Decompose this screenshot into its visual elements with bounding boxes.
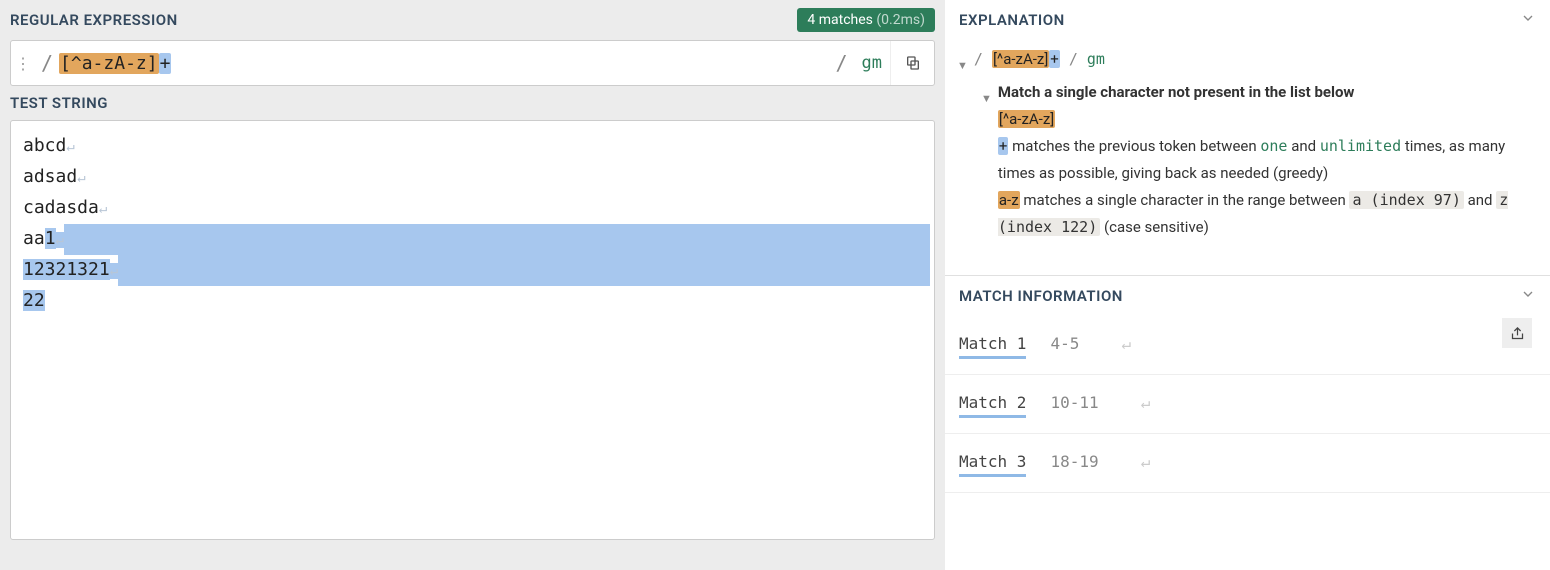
export-icon bbox=[1510, 326, 1525, 341]
match-label: Match 3 bbox=[959, 452, 1026, 474]
copy-button[interactable] bbox=[890, 41, 934, 85]
explain-quant-badge: + bbox=[998, 137, 1009, 155]
explanation-body: ▼ / [^a-zA-z]+ / gm ▼ Match a single cha… bbox=[945, 40, 1550, 275]
tree-toggle-icon[interactable]: ▼ bbox=[957, 46, 968, 79]
explain-range-badge: a-z bbox=[998, 191, 1020, 209]
match-row[interactable]: Match 2 10-11 ↵ bbox=[945, 375, 1550, 434]
explain-unlimited: unlimited bbox=[1320, 137, 1401, 155]
explain-title-line: Match a single character not present in … bbox=[998, 83, 1355, 101]
test-string-title: TEST STRING bbox=[10, 94, 108, 112]
match-info-body: Match 1 4-5 ↵ Match 2 10-11 ↵ Match 3 18-19 ↵ bbox=[945, 316, 1550, 541]
regex-header: REGULAR EXPRESSION 4 matches (0.2ms) bbox=[10, 0, 935, 40]
match-info-title: MATCH INFORMATION bbox=[959, 287, 1123, 305]
export-button[interactable] bbox=[1502, 318, 1532, 348]
regex-close-delim: / bbox=[829, 41, 853, 85]
regex-open-delim: / bbox=[35, 41, 59, 85]
copy-icon bbox=[905, 55, 921, 71]
newline-icon: ↵ bbox=[1121, 334, 1131, 353]
explain-flags: gm bbox=[1087, 50, 1105, 68]
newline-icon: ↵ bbox=[1141, 393, 1151, 412]
match-label: Match 2 bbox=[959, 393, 1026, 415]
regex-pattern[interactable]: [^a-zA-z]+ bbox=[59, 41, 829, 85]
explain-range-a: a (index 97) bbox=[1349, 191, 1463, 209]
explanation-section: EXPLANATION ▼ / [^a-zA-z]+ / gm ▼ Match … bbox=[945, 0, 1550, 276]
tree-toggle-icon[interactable]: ▼ bbox=[981, 79, 992, 112]
chevron-down-icon bbox=[1520, 286, 1536, 306]
explain-one: one bbox=[1260, 137, 1287, 155]
match-status-badge: 4 matches (0.2ms) bbox=[797, 8, 935, 32]
explain-charclass: [^a-zA-z] bbox=[992, 50, 1049, 68]
match-count: 4 matches bbox=[807, 12, 873, 28]
test-line: 22 bbox=[15, 286, 930, 316]
explain-delim-close: / bbox=[1060, 50, 1087, 68]
match-range: 10-11 bbox=[1050, 393, 1098, 412]
drag-handle-icon[interactable]: ⋮ bbox=[11, 41, 35, 85]
test-line: cadasda↵ bbox=[15, 193, 930, 224]
regex-quantifier-token: + bbox=[159, 53, 172, 74]
newline-icon: ↵ bbox=[1141, 452, 1151, 471]
regex-title: REGULAR EXPRESSION bbox=[10, 11, 178, 29]
explain-and: and bbox=[1291, 137, 1316, 155]
chevron-down-icon bbox=[1520, 10, 1536, 30]
explain-quant: + bbox=[1049, 50, 1060, 68]
match-row[interactable]: Match 3 18-19 ↵ bbox=[945, 434, 1550, 493]
right-panel: EXPLANATION ▼ / [^a-zA-z]+ / gm ▼ Match … bbox=[945, 0, 1550, 570]
match-time: (0.2ms) bbox=[876, 12, 925, 28]
explanation-title: EXPLANATION bbox=[959, 11, 1065, 29]
match-range: 4-5 bbox=[1050, 334, 1079, 353]
match-range: 18-19 bbox=[1050, 452, 1098, 471]
explain-class-badge: [^a-zA-z] bbox=[998, 110, 1055, 128]
test-string-input[interactable]: abcd↵adsad↵cadasda↵aa1↵ 12321321↵ 22 bbox=[10, 120, 935, 540]
match-label: Match 1 bbox=[959, 334, 1026, 356]
test-line: aa1↵ bbox=[15, 224, 930, 255]
regex-flags[interactable]: gm bbox=[854, 41, 890, 85]
match-info-header[interactable]: MATCH INFORMATION bbox=[945, 276, 1550, 316]
test-line: adsad↵ bbox=[15, 162, 930, 193]
explain-range-text2: (case sensitive) bbox=[1104, 218, 1209, 236]
regex-charclass-token: [^a-zA-z] bbox=[59, 53, 159, 74]
explain-range-text1: matches a single character in the range … bbox=[1023, 191, 1345, 209]
test-line: 12321321↵ bbox=[15, 255, 930, 286]
explain-quant-text1: matches the previous token between bbox=[1012, 137, 1257, 155]
match-row[interactable]: Match 1 4-5 ↵ bbox=[945, 316, 1550, 375]
explain-range-and: and bbox=[1468, 191, 1493, 209]
match-info-section: MATCH INFORMATION Match 1 4-5 ↵ Match 2 10-1… bbox=[945, 276, 1550, 541]
explanation-header[interactable]: EXPLANATION bbox=[945, 0, 1550, 40]
explain-delim: / bbox=[974, 50, 992, 68]
left-panel: REGULAR EXPRESSION 4 matches (0.2ms) ⋮ /… bbox=[0, 0, 945, 570]
regex-input[interactable]: ⋮ / [^a-zA-z]+ / gm bbox=[10, 40, 935, 86]
test-line: abcd↵ bbox=[15, 131, 930, 162]
test-string-header: TEST STRING bbox=[10, 86, 935, 120]
